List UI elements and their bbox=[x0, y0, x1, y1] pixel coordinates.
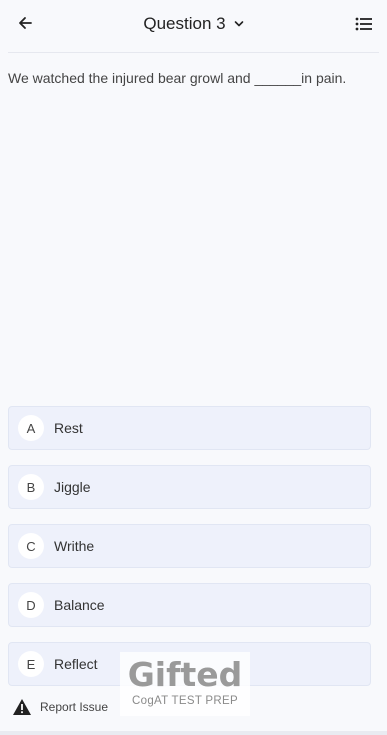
question-text: We watched the injured bear growl and __… bbox=[8, 70, 347, 86]
logo-word: Gifted bbox=[127, 655, 243, 694]
header-divider bbox=[8, 52, 379, 53]
warning-icon bbox=[13, 699, 31, 715]
option-letter: D bbox=[18, 592, 44, 618]
option-label: Writhe bbox=[54, 538, 95, 554]
question-list-button[interactable] bbox=[353, 13, 375, 35]
option-letter: C bbox=[18, 533, 44, 559]
page-title: Question 3 bbox=[143, 14, 226, 33]
top-bar: Question 3 bbox=[0, 0, 387, 48]
list-icon bbox=[355, 17, 372, 31]
option-d[interactable]: D Balance bbox=[8, 583, 371, 627]
bottom-bar bbox=[0, 731, 387, 735]
option-label: Balance bbox=[54, 597, 105, 613]
report-issue-label: Report Issue bbox=[40, 700, 109, 714]
option-b[interactable]: B Jiggle bbox=[8, 465, 371, 509]
option-c[interactable]: C Writhe bbox=[8, 524, 371, 568]
chevron-down-icon bbox=[234, 21, 243, 27]
report-issue-button[interactable]: Report Issue bbox=[12, 697, 108, 717]
option-label: Jiggle bbox=[54, 479, 91, 495]
option-letter: B bbox=[18, 474, 44, 500]
logo-subtitle: CogAT TEST PREP bbox=[132, 695, 238, 707]
option-label: Rest bbox=[54, 420, 83, 436]
option-letter: A bbox=[18, 415, 44, 441]
gifted-logo: Gifted CogAT TEST PREP bbox=[120, 652, 250, 716]
option-label: Reflect bbox=[54, 656, 98, 672]
question-selector[interactable]: Question 3 bbox=[0, 12, 387, 36]
option-a[interactable]: A Rest bbox=[8, 406, 371, 450]
option-letter: E bbox=[18, 651, 44, 677]
